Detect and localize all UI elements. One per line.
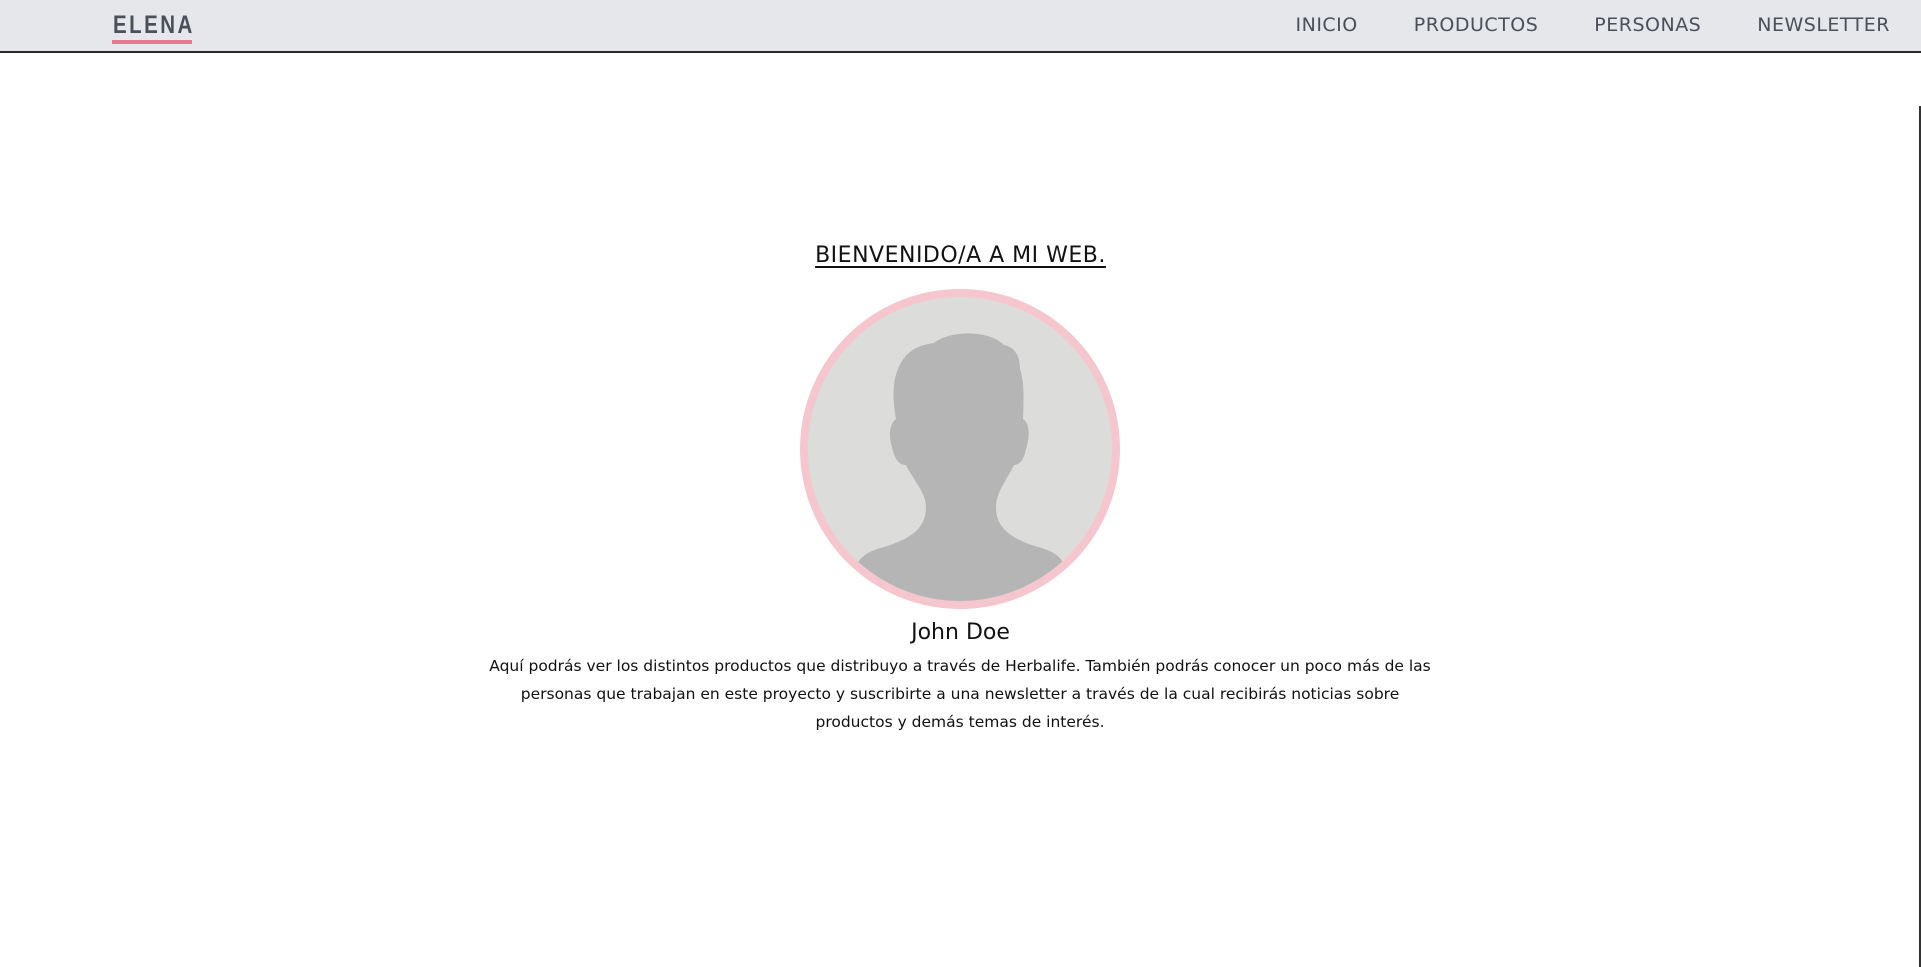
page: ELENA INICIO PRODUCTOS PERSONAS NEWSLETT… xyxy=(0,0,1921,967)
person-silhouette-icon xyxy=(850,333,1070,601)
logo-underline xyxy=(112,40,192,44)
welcome-heading: BIENVENIDO/A A MI WEB. xyxy=(815,243,1106,268)
profile-name: John Doe xyxy=(911,620,1010,645)
site-logo[interactable]: ELENA xyxy=(113,10,195,40)
nav-link-inicio[interactable]: INICIO xyxy=(1296,12,1358,38)
nav-link-newsletter[interactable]: NEWSLETTER xyxy=(1757,12,1890,38)
intro-description: Aquí podrás ver los distintos productos … xyxy=(489,657,1431,731)
nav-link-productos[interactable]: PRODUCTOS xyxy=(1414,12,1539,38)
top-navbar: ELENA INICIO PRODUCTOS PERSONAS NEWSLETT… xyxy=(0,0,1921,53)
nav-link-personas[interactable]: PERSONAS xyxy=(1594,12,1701,38)
main-nav: INICIO PRODUCTOS PERSONAS NEWSLETTER xyxy=(1296,12,1891,38)
avatar xyxy=(800,289,1120,609)
